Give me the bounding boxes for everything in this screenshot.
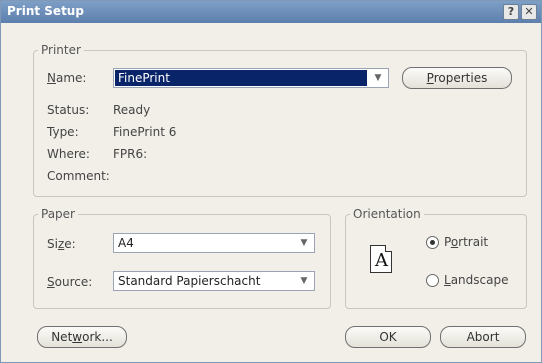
printer-name-select[interactable]: FinePrint ▼ — [113, 68, 389, 88]
landscape-radio[interactable] — [426, 274, 439, 287]
close-icon[interactable]: ✕ — [521, 4, 537, 20]
name-label: Name: — [47, 71, 87, 85]
landscape-label[interactable]: Landscape — [444, 273, 508, 287]
portrait-radio[interactable] — [426, 236, 439, 249]
ok-button[interactable]: OK — [345, 326, 431, 348]
print-setup-dialog: Print Setup ? ✕ Printer Name: FinePrint … — [0, 0, 542, 363]
chevron-down-icon[interactable]: ▼ — [296, 236, 312, 250]
paper-source-select[interactable]: Standard Papierschacht ▼ — [113, 271, 315, 291]
network-button[interactable]: Network... — [37, 326, 127, 348]
printer-group-label: Printer — [41, 43, 81, 57]
where-label: Where: — [47, 147, 90, 161]
where-value: FPR6: — [113, 147, 148, 161]
portrait-page-icon: A — [370, 245, 392, 273]
source-label: Source: — [47, 275, 93, 289]
status-value: Ready — [113, 103, 151, 117]
printer-name-value: FinePrint — [118, 71, 170, 85]
title-bar: Print Setup ? ✕ — [1, 1, 541, 23]
abort-button[interactable]: Abort — [440, 326, 526, 348]
portrait-label[interactable]: Portrait — [444, 235, 488, 249]
comment-label: Comment: — [47, 169, 110, 183]
paper-source-value: Standard Papierschacht — [118, 274, 261, 288]
dialog-title: Print Setup — [7, 4, 84, 18]
paper-size-value: A4 — [118, 236, 134, 250]
size-label: Size: — [47, 237, 76, 251]
paper-size-select[interactable]: A4 ▼ — [113, 233, 315, 253]
orientation-group-label: Orientation — [353, 207, 421, 221]
paper-group: Paper — [33, 207, 331, 309]
type-value: FinePrint 6 — [113, 125, 177, 139]
status-label: Status: — [47, 103, 90, 117]
help-icon[interactable]: ? — [503, 4, 519, 20]
chevron-down-icon[interactable]: ▼ — [370, 71, 386, 85]
paper-group-label: Paper — [41, 207, 75, 221]
chevron-down-icon[interactable]: ▼ — [296, 274, 312, 288]
properties-button[interactable]: Properties — [402, 67, 512, 89]
type-label: Type: — [47, 125, 79, 139]
